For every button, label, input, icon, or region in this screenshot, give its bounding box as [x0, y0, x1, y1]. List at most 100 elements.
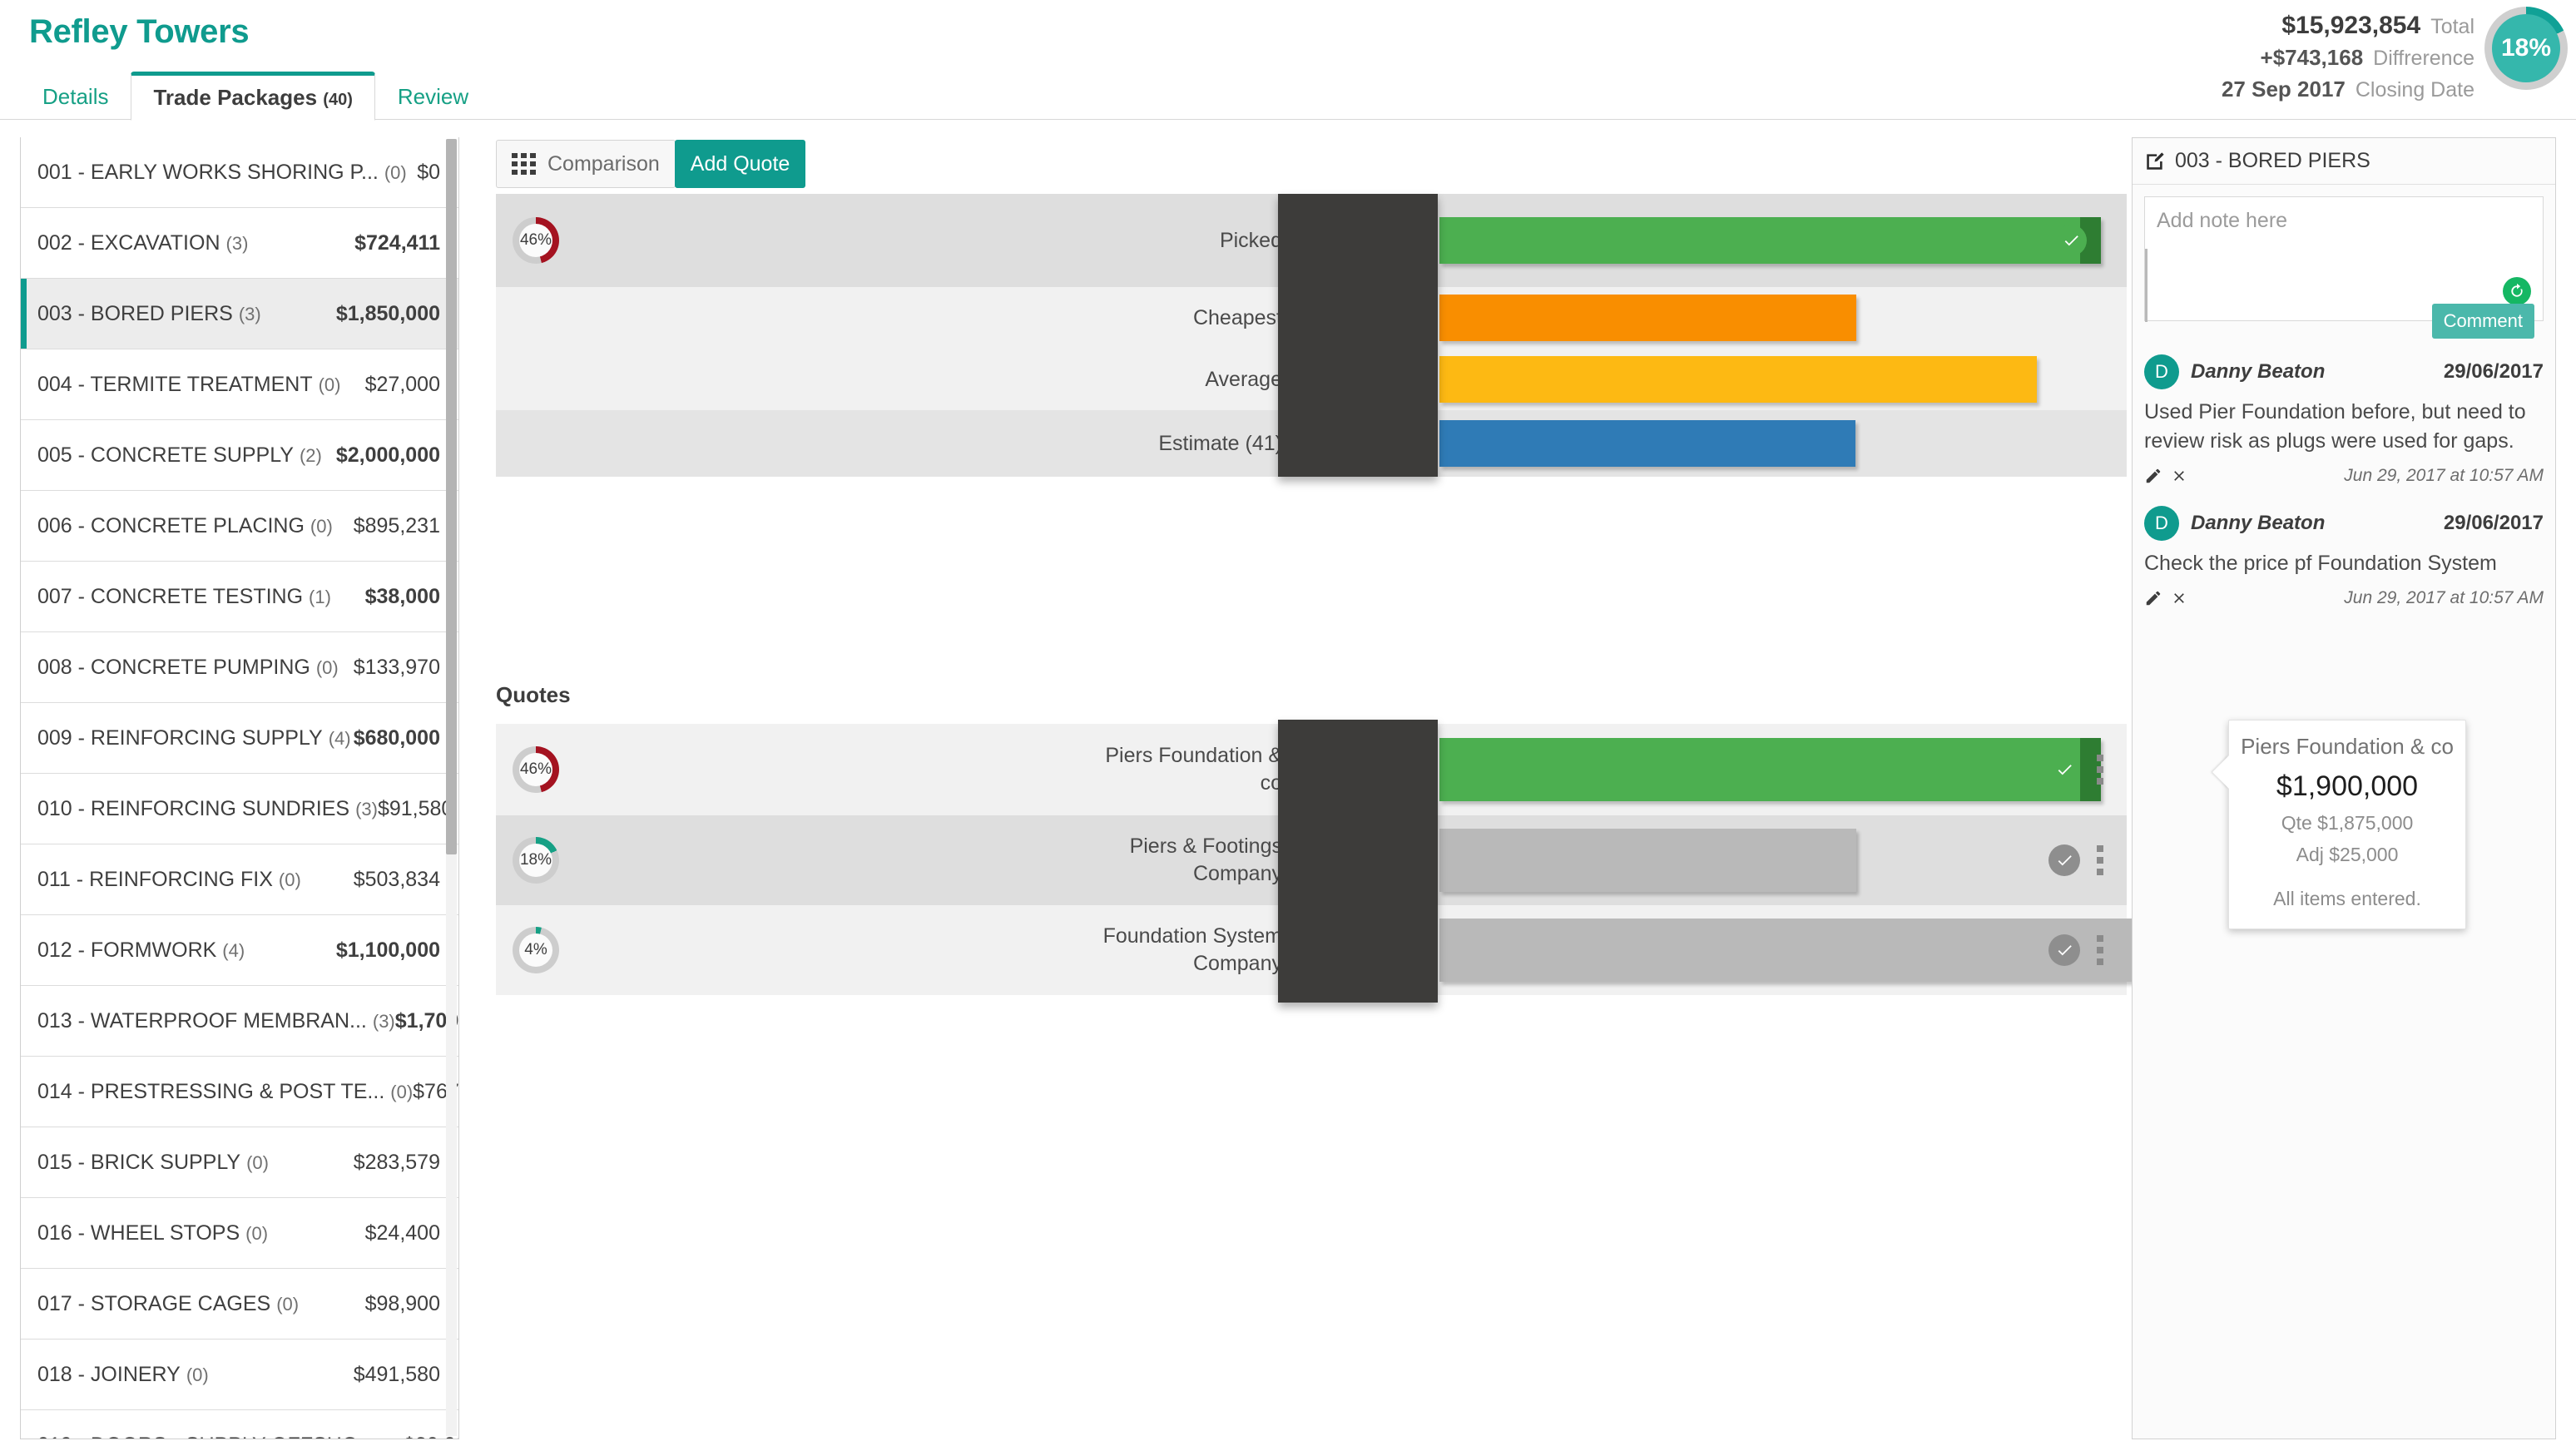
package-name-text: 011 - REINFORCING FIX	[37, 867, 273, 891]
sidebar-item-package[interactable]: 010 - REINFORCING SUNDRIES (3) $91,580	[21, 774, 458, 844]
tab-bar: Details Trade Packages (40) Review	[20, 72, 491, 121]
package-name: 007 - CONCRETE TESTING (1)	[37, 585, 365, 609]
package-amount: $283,579	[353, 1150, 440, 1174]
tab-trade-packages[interactable]: Trade Packages (40)	[131, 72, 375, 121]
package-name-text: 018 - JOINERY	[37, 1362, 181, 1386]
tab-bar-divider	[0, 119, 2576, 120]
sidebar-item-package[interactable]: 016 - WHEEL STOPS (0) $24,400	[21, 1198, 458, 1269]
chart-row-label-line: Piers Foundation &	[1105, 744, 1282, 767]
package-quote-count: (0)	[381, 1435, 404, 1439]
tab-details[interactable]: Details	[20, 72, 131, 121]
sidebar-item-package[interactable]: 005 - CONCRETE SUPPLY (2) $2,000,000	[21, 420, 458, 491]
package-amount: $2,000,000	[335, 443, 440, 467]
sidebar-item-package[interactable]: 007 - CONCRETE TESTING (1) $38,000	[21, 562, 458, 632]
package-amount: $680,000	[353, 725, 440, 750]
sidebar-item-package[interactable]: 006 - CONCRETE PLACING (0) $895,231	[21, 491, 458, 562]
package-amount: $27,000	[364, 372, 440, 396]
add-quote-button[interactable]: Add Quote	[674, 140, 806, 188]
sidebar-item-package[interactable]: 009 - REINFORCING SUPPLY (4) $680,000	[21, 703, 458, 774]
chart-bar	[1439, 919, 2153, 982]
package-name-text: 015 - BRICK SUPPLY	[37, 1150, 241, 1174]
comment-button[interactable]: Comment	[2431, 304, 2534, 339]
package-name: 011 - REINFORCING FIX (0)	[37, 868, 354, 892]
sidebar-item-package[interactable]: 003 - BORED PIERS (3) $1,850,000	[21, 279, 458, 349]
avatar: D	[2144, 506, 2179, 541]
package-amount: $724,411	[354, 230, 440, 255]
summary-label: Total	[2430, 15, 2474, 38]
package-amount: $24,400	[364, 1221, 440, 1245]
delete-icon[interactable]	[2171, 590, 2187, 607]
chart-toolbar: Comparison Add Quote	[496, 140, 806, 188]
package-quote-count: (0)	[276, 1293, 300, 1315]
package-name: 006 - CONCRETE PLACING (0)	[37, 514, 354, 538]
delete-icon[interactable]	[2171, 468, 2187, 484]
sidebar-item-package[interactable]: 019 - DOORS - SUPPLY OFFSHO...(0)$20,000	[21, 1410, 458, 1439]
package-name: 003 - BORED PIERS (3)	[37, 302, 336, 326]
comparison-button[interactable]: Comparison	[496, 140, 676, 188]
note-input-placeholder: Add note here	[2157, 209, 2288, 232]
tab-label: Details	[42, 84, 109, 109]
comment-date: 29/06/2017	[2443, 360, 2544, 383]
sidebar-item-package[interactable]: 012 - FORMWORK (4) $1,100,000	[21, 915, 458, 986]
quote-tooltip: Piers Foundation & co $1,900,000 Qte $1,…	[2228, 720, 2466, 929]
package-name: 017 - STORAGE CAGES (0)	[37, 1292, 365, 1316]
summary-row: $15,923,854 Total	[2222, 10, 2474, 42]
grammar-refresh-icon[interactable]	[2503, 277, 2531, 305]
package-name-text: 006 - CONCRETE PLACING	[37, 513, 305, 537]
package-name-text: 009 - REINFORCING SUPPLY	[37, 725, 323, 750]
package-name: 002 - EXCAVATION (3)	[37, 231, 354, 255]
chart-row-label: Piers & Footings Company	[1008, 833, 1282, 888]
pick-quote-check-icon[interactable]	[2048, 844, 2080, 876]
sidebar-item-package[interactable]: 015 - BRICK SUPPLY (0) $283,579	[21, 1127, 458, 1198]
comparison-value-column	[1278, 194, 1438, 477]
tab-review[interactable]: Review	[375, 72, 491, 121]
sidebar-item-package[interactable]: 018 - JOINERY (0) $491,580	[21, 1340, 458, 1410]
package-name: 018 - JOINERY (0)	[37, 1363, 354, 1387]
summary-value: +$743,168	[2260, 45, 2364, 70]
package-name-text: 019 - DOORS - SUPPLY OFFSHO...	[37, 1434, 375, 1439]
pick-quote-check-icon[interactable]	[2048, 754, 2080, 785]
pick-quote-check-icon[interactable]	[2055, 225, 2087, 256]
sidebar-item-package[interactable]: 008 - CONCRETE PUMPING (0) $133,970	[21, 632, 458, 703]
edit-icon[interactable]	[2144, 467, 2162, 485]
trade-package-list[interactable]: 001 - EARLY WORKS SHORING P... (0) $0 002 -…	[20, 137, 459, 1439]
kebab-menu-icon[interactable]	[2097, 755, 2103, 785]
package-name: 010 - REINFORCING SUNDRIES (3)	[37, 797, 378, 821]
edit-icon[interactable]	[2144, 589, 2162, 607]
chart-row-label: Foundation System Company	[1008, 923, 1282, 978]
comment-button-label: Comment	[2443, 310, 2523, 331]
package-amount: $0	[417, 160, 440, 184]
chart-bar	[1439, 738, 2101, 801]
comparison-button-label: Comparison	[547, 151, 660, 176]
add-quote-button-label: Add Quote	[690, 151, 790, 176]
package-name-text: 008 - CONCRETE PUMPING	[37, 655, 310, 679]
package-name-text: 003 - BORED PIERS	[37, 301, 233, 325]
sidebar-item-package[interactable]: 011 - REINFORCING FIX (0) $503,834	[21, 844, 458, 915]
kebab-menu-icon[interactable]	[2097, 935, 2103, 965]
comment-item: D Danny Beaton 29/06/2017 Used Pier Foundat…	[2133, 344, 2555, 496]
sidebar-item-package[interactable]: 014 - PRESTRESSING & POST TE...(0)$767,7…	[21, 1057, 458, 1127]
summary-row: +$743,168 Diffrerence	[2222, 42, 2474, 73]
comment-list: D Danny Beaton 29/06/2017 Used Pier Foundat…	[2133, 344, 2555, 618]
package-quote-count: (3)	[238, 303, 261, 324]
package-name-text: 002 - EXCAVATION	[37, 230, 220, 255]
pick-quote-check-icon[interactable]	[2048, 934, 2080, 966]
note-input-wrapper[interactable]: Add note here Comment	[2144, 196, 2544, 339]
kebab-menu-icon[interactable]	[2097, 845, 2103, 875]
sidebar-item-package[interactable]: 013 - WATERPROOF MEMBRAN...(3)$1,700,000	[21, 986, 458, 1057]
summary-value: 27 Sep 2017	[2221, 77, 2346, 102]
package-amount: $91,580	[377, 796, 453, 820]
package-quote-count: (0)	[246, 1151, 269, 1173]
sidebar-item-package[interactable]: 001 - EARLY WORKS SHORING P... (0) $0	[21, 137, 458, 208]
package-name-text: 007 - CONCRETE TESTING	[37, 584, 304, 608]
sidebar-item-package[interactable]: 017 - STORAGE CAGES (0) $98,900	[21, 1269, 458, 1340]
comment-date: 29/06/2017	[2443, 512, 2544, 534]
package-amount: $133,970	[353, 655, 440, 679]
sidebar-item-package[interactable]: 002 - EXCAVATION (3) $724,411	[21, 208, 458, 279]
chart-row-label-line: Foundation System	[1102, 924, 1282, 948]
package-amount: $503,834	[353, 867, 440, 891]
sidebar-item-package[interactable]: 004 - TERMITE TREATMENT (0) $27,000	[21, 349, 458, 420]
sidebar-scrollbar-thumb[interactable]	[446, 139, 457, 854]
completion-donut: 46%	[513, 217, 559, 264]
comment-actions	[2144, 467, 2187, 485]
